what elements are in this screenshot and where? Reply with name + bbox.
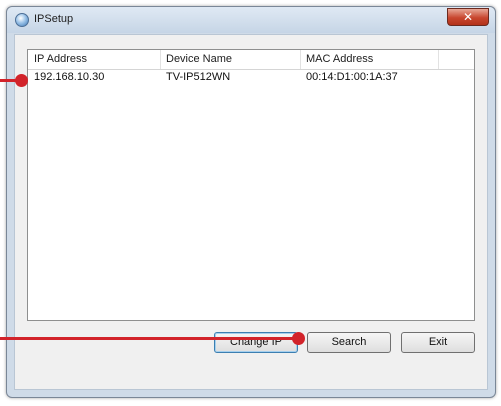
cell-device-name: TV-IP512WN bbox=[166, 71, 231, 83]
search-button[interactable]: Search bbox=[307, 332, 391, 353]
callout-line-change-ip bbox=[0, 337, 300, 340]
title-bar[interactable]: IPSetup ✕ bbox=[7, 7, 495, 33]
column-divider[interactable] bbox=[438, 50, 439, 69]
exit-button[interactable]: Exit bbox=[401, 332, 475, 353]
column-device-name[interactable]: Device Name bbox=[166, 53, 232, 65]
callout-dot-change-ip bbox=[292, 332, 305, 345]
list-header: IP Address Device Name MAC Address bbox=[28, 50, 474, 70]
cell-ip-address: 192.168.10.30 bbox=[34, 71, 105, 83]
table-row[interactable]: 192.168.10.30 TV-IP512WN 00:14:D1:00:1A:… bbox=[29, 70, 473, 86]
column-divider[interactable] bbox=[160, 50, 161, 69]
callout-dot-ip bbox=[15, 74, 28, 87]
cell-mac-address: 00:14:D1:00:1A:37 bbox=[306, 71, 398, 83]
globe-icon bbox=[15, 13, 29, 27]
window-title: IPSetup bbox=[34, 13, 74, 25]
device-list[interactable]: IP Address Device Name MAC Address 192.1… bbox=[27, 49, 475, 321]
column-ip-address[interactable]: IP Address bbox=[34, 53, 87, 65]
column-mac-address[interactable]: MAC Address bbox=[306, 53, 373, 65]
column-divider[interactable] bbox=[300, 50, 301, 69]
close-button[interactable]: ✕ bbox=[447, 8, 489, 26]
change-ip-button[interactable]: Change IP bbox=[214, 332, 298, 353]
